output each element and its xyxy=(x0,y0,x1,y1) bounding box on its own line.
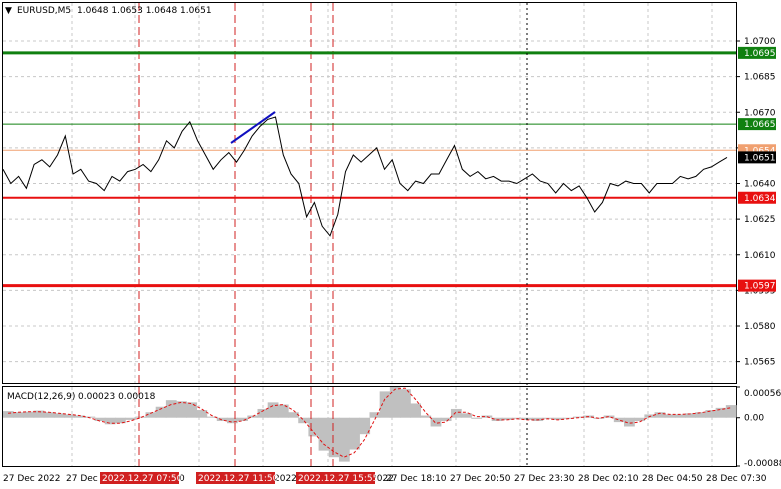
macd-bar xyxy=(267,402,279,418)
macd-bar xyxy=(400,389,411,418)
macd-bar xyxy=(308,417,320,437)
time-axis: 27 Dec 2022 27 Dec 0 27 Dec 18:10 27 Dec 20:… xyxy=(3,472,767,484)
event-time-tag-label: 2022.12.27 11:50 xyxy=(198,474,279,484)
time-axis-label: 28 Dec 04:50 xyxy=(642,474,703,484)
level-tag-label: 1.0597 xyxy=(744,282,776,292)
time-axis-label: 27 Dec xyxy=(66,474,98,484)
macd-bar xyxy=(94,417,106,422)
level-tag-label: 1.0695 xyxy=(744,49,776,59)
macd-bar xyxy=(450,408,462,418)
price-tick-label: 1.0580 xyxy=(744,322,776,332)
macd-bar xyxy=(165,400,177,418)
macd-bar xyxy=(491,417,503,422)
time-axis-label: 27 Dec 23:30 xyxy=(514,474,575,484)
time-axis-label: 28 Dec 07:30 xyxy=(706,474,767,484)
macd-bar xyxy=(226,417,238,424)
event-time-tag: 2022.12.27 11:50 xyxy=(196,472,279,484)
macd-bar xyxy=(186,402,198,418)
event-time-tag: 2022.12.27 07:50 xyxy=(100,472,183,484)
macd-bar xyxy=(328,417,340,458)
time-axis-label: 27 Dec 18:10 xyxy=(386,474,447,484)
macd-bar xyxy=(715,407,727,418)
macd-bar xyxy=(237,417,248,422)
macd-bar xyxy=(135,416,147,418)
macd-bar xyxy=(664,414,676,418)
macd-bar xyxy=(613,417,625,423)
macd-bar xyxy=(247,415,259,418)
level-tag-1.0634: 1.0634 xyxy=(738,191,776,204)
price-tick-label: 1.0685 xyxy=(744,73,776,83)
macd-bar xyxy=(471,417,483,419)
event-time-tag: 2022.12.27 15:55 xyxy=(296,472,378,484)
macd-bar xyxy=(603,415,615,418)
macd-bar xyxy=(349,417,360,450)
macd-bar xyxy=(695,412,707,418)
level-tag-1.0597: 1.0597 xyxy=(738,279,776,292)
macd-bar xyxy=(196,410,208,418)
macd-label: MACD(12,26,9) xyxy=(7,392,75,402)
time-axis-label: 27 Dec 2022 xyxy=(3,474,61,484)
macd-bar xyxy=(674,414,686,418)
macd-bar xyxy=(705,410,717,418)
macd-axis: 0.00056 0.00 -0.00088 xyxy=(736,386,781,469)
price-tick-label: 1.0610 xyxy=(744,251,776,261)
current-price-label: 1.0651 xyxy=(744,153,776,163)
macd-bar xyxy=(430,417,442,427)
level-tag-1.0665: 1.0665 xyxy=(738,118,776,131)
macd-tick-label: 0.00056 xyxy=(744,389,781,399)
macd-bar xyxy=(725,405,737,418)
macd-bar xyxy=(43,412,55,418)
macd-bar xyxy=(379,391,391,418)
macd-bar xyxy=(176,401,187,418)
macd-bar xyxy=(420,415,432,418)
level-tag-1.0695: 1.0695 xyxy=(738,46,776,59)
macd-bar xyxy=(288,412,299,418)
macd-values: 0.00023 0.00018 xyxy=(78,392,156,402)
price-chart[interactable]: 1.07001.06851.06701.06551.06401.06251.06… xyxy=(0,0,781,489)
macd-bar xyxy=(410,403,422,418)
current-price-tag: 1.0651 xyxy=(738,151,776,164)
symbol-label: EURUSD,M5 xyxy=(17,6,71,16)
macd-bar xyxy=(389,387,401,418)
price-tick-label: 1.0670 xyxy=(744,108,776,118)
price-tick-label: 1.0625 xyxy=(744,215,776,225)
event-time-tag-label: 2022.12.27 07:50 xyxy=(102,474,183,484)
macd-bar xyxy=(3,411,14,418)
macd-bar xyxy=(298,417,310,424)
price-tick-label: 1.0700 xyxy=(744,37,776,47)
macd-bar xyxy=(318,417,330,451)
level-tag-label: 1.0665 xyxy=(744,120,776,130)
ohlc-values: 1.0648 1.0653 1.0648 1.0651 xyxy=(77,6,212,16)
macd-bar xyxy=(23,411,35,418)
macd-tick-label: -0.00088 xyxy=(744,459,781,469)
macd-bar xyxy=(369,412,381,418)
event-time-tag-label: 2022.12.27 15:55 xyxy=(298,474,378,484)
macd-bar xyxy=(440,417,452,422)
chart-menu-icon[interactable]: ▼ xyxy=(5,6,12,16)
time-axis-label: 28 Dec 02:10 xyxy=(578,474,639,484)
level-tag-label: 1.0634 xyxy=(744,194,776,204)
macd-bar xyxy=(634,417,645,422)
macd-tick-label: 0.00 xyxy=(744,414,764,424)
price-tick-label: 1.0640 xyxy=(744,180,776,190)
price-tick-label: 1.0565 xyxy=(744,358,776,368)
time-axis-label: 27 Dec 20:50 xyxy=(450,474,511,484)
